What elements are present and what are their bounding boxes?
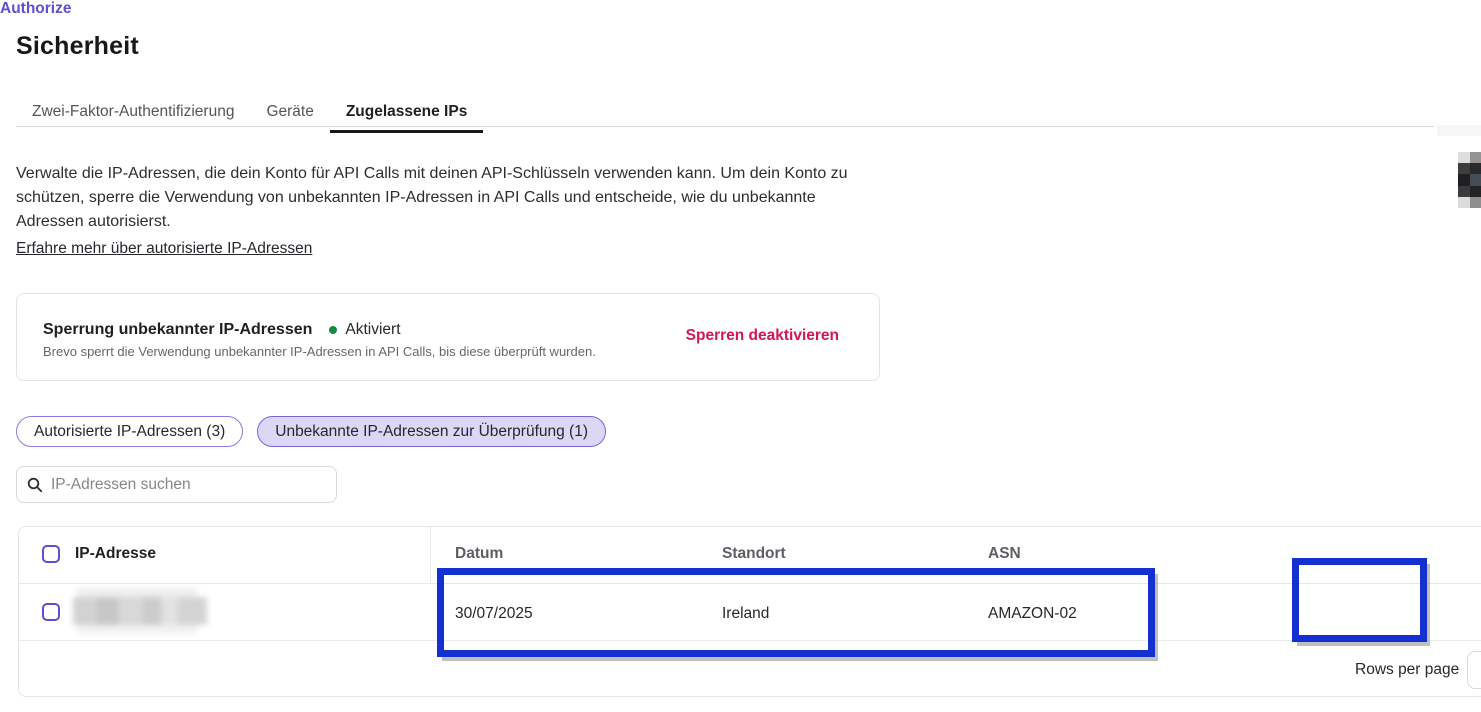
column-header-date: Datum <box>455 545 503 563</box>
row-checkbox[interactable] <box>42 603 60 621</box>
rows-per-page-label: Rows per page <box>1355 661 1459 679</box>
ip-search[interactable] <box>16 466 337 503</box>
security-page: Sicherheit Zwei-Faktor-Authentifizierung… <box>0 0 1481 712</box>
column-header-asn: ASN <box>988 545 1021 563</box>
blocking-card-description: Brevo sperrt die Verwendung unbekannter … <box>43 344 596 359</box>
tab-two-factor[interactable]: Zwei-Faktor-Authentifizierung <box>16 97 250 133</box>
page-title: Sicherheit <box>16 32 139 61</box>
tab-divider <box>16 126 1434 127</box>
search-icon <box>27 477 43 493</box>
filter-unknown-ips[interactable]: Unbekannte IP-Adressen zur Überprüfung (… <box>257 416 606 447</box>
authorize-link[interactable]: Authorize <box>0 0 1481 18</box>
disable-blocking-button[interactable]: Sperren deaktivieren <box>686 327 839 345</box>
redacted-avatar-mosaic <box>1458 152 1481 208</box>
column-header-location: Standort <box>722 545 786 563</box>
right-edge-strip <box>1437 125 1481 136</box>
status-badge: Aktiviert <box>345 321 400 339</box>
ip-address-redacted <box>73 588 207 635</box>
ip-blocking-card: Sperrung unbekannter IP-Adressen Aktivie… <box>16 293 880 381</box>
table-row-border <box>18 640 1481 641</box>
learn-more-link[interactable]: Erfahre mehr über autorisierte IP-Adress… <box>16 240 312 258</box>
filter-authorized-ips[interactable]: Autorisierte IP-Adressen (3) <box>16 416 243 447</box>
cell-asn: AMAZON-02 <box>988 605 1077 623</box>
cell-date: 30/07/2025 <box>455 605 533 623</box>
select-all-checkbox[interactable] <box>42 545 60 563</box>
intro-text: Verwalte die IP-Adressen, die dein Konto… <box>16 162 882 234</box>
tab-allowed-ips[interactable]: Zugelassene IPs <box>330 97 483 133</box>
tab-devices[interactable]: Geräte <box>250 97 329 133</box>
column-divider <box>430 527 431 583</box>
status-dot-icon <box>329 326 337 334</box>
blocking-card-title: Sperrung unbekannter IP-Adressen <box>43 321 312 339</box>
filter-pills: Autorisierte IP-Adressen (3) Unbekannte … <box>16 416 606 447</box>
tab-bar: Zwei-Faktor-Authentifizierung Geräte Zug… <box>16 97 483 133</box>
rows-per-page-select[interactable] <box>1467 651 1481 689</box>
search-input[interactable] <box>51 476 326 494</box>
column-header-ip: IP-Adresse <box>75 545 156 563</box>
table-header-border <box>18 583 1481 584</box>
cell-location: Ireland <box>722 605 769 623</box>
